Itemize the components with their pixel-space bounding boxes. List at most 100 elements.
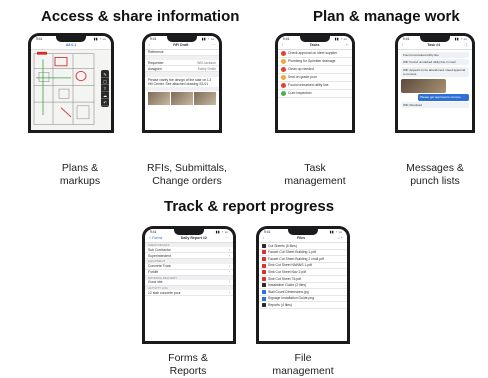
phone-notch: [174, 229, 204, 235]
task-row[interactable]: Seal on grade pour: [278, 74, 352, 82]
pdf-icon: [262, 270, 266, 275]
task-name: Curb inspection: [288, 91, 312, 96]
shape-tool-icon[interactable]: ▢: [101, 78, 109, 85]
cloud-tool-icon[interactable]: ☁: [101, 92, 109, 99]
task-status-icon: [281, 67, 286, 72]
rfi-screen: 9:41 ▮▮ ◔ ▭ ‹ RFI Draft ⋯ Reference Reque…: [145, 36, 219, 130]
heading-access-share: Access & share information: [41, 8, 240, 25]
rfi-attachments[interactable]: [145, 91, 219, 106]
pdf-icon: [262, 276, 266, 281]
task-row[interactable]: Curb inspection: [278, 90, 352, 98]
markup-toolbar: ✎ ▢ T ☁ ↶: [101, 70, 109, 107]
task-status-icon: [281, 83, 286, 88]
phone-notch: [288, 229, 318, 235]
task-row[interactable]: Found unmarked utility line: [278, 82, 352, 90]
phone-notch: [56, 36, 86, 42]
file-row[interactable]: Reports (4 files): [259, 302, 347, 309]
more-icon[interactable]: ⋯: [211, 43, 215, 47]
daily-report-title: Daily Report #2: [180, 236, 207, 241]
file-row[interactable]: Sink Cut Sheet Nav 2.pdf: [259, 269, 347, 276]
tasks-title: Tasks: [309, 43, 320, 48]
drawing-screen: 9:41 ▮▮ ◔ ▭ A3.0.1 ✎ ▢ T ☁ ↶: [31, 36, 111, 130]
task-status-icon: [281, 51, 286, 56]
forms-back-link[interactable]: < Forms: [149, 236, 162, 240]
message: Please get approval to remove: [418, 94, 469, 101]
task-name: Found unmarked utility line: [288, 83, 329, 88]
phone-notch: [300, 36, 330, 42]
pdf-icon: [262, 263, 266, 268]
img-icon: [262, 296, 266, 301]
messages-title: Task #4: [427, 43, 441, 48]
messages-screen: 9:41 ▮▮ ◔ ▭ ‹ Task #4 ⓘ Found unmarked ut…: [398, 36, 472, 130]
pen-tool-icon[interactable]: ✎: [101, 71, 109, 78]
more-icon[interactable]: ⋯: [225, 236, 229, 240]
img-icon: [262, 289, 266, 294]
back-icon[interactable]: ‹: [282, 43, 283, 47]
caption-rfis: RFIs, Submittals, Change orders: [147, 162, 227, 187]
phone-notch: [167, 36, 197, 42]
file-name: Cut Sheets (6 files): [268, 243, 297, 248]
rfi-title: RFI Draft: [173, 43, 189, 48]
report-row[interactable]: 12 slab concrete pour ›: [145, 290, 233, 297]
file-row[interactable]: Signage Installation Guide.png: [259, 296, 347, 303]
task-name: Seal on grade pour: [288, 75, 317, 80]
files-topbar: ‹ Files ⌕ +: [259, 235, 347, 243]
undo-tool-icon[interactable]: ↶: [101, 99, 109, 106]
file-row[interactable]: Sink Cut Sheet 76.pdf: [259, 276, 347, 283]
message-photo[interactable]: [401, 78, 446, 93]
file-name: Sink Cut Sheet 76.pdf: [268, 276, 301, 281]
text-tool-icon[interactable]: T: [101, 85, 109, 92]
file-row[interactable]: Cut Sheets (6 files): [259, 243, 347, 250]
task-list: Check approval on steel supplier Plumbing…: [278, 50, 352, 98]
task-status-icon: [281, 59, 286, 64]
task-row[interactable]: Check approval on steel supplier: [278, 50, 352, 58]
message: Will: Resolved: [401, 102, 469, 109]
heading-plan-manage: Plan & manage work: [313, 8, 460, 25]
messages-topbar: ‹ Task #4 ⓘ: [398, 42, 472, 50]
task-name: Clean up needed: [288, 67, 314, 72]
phone-files: 9:41 ▮▮ ◔ ▭ ‹ Files ⌕ + Cut Sheets (6 fil…: [256, 226, 350, 344]
pdf-icon: [262, 256, 266, 261]
add-icon[interactable]: +: [346, 43, 348, 47]
floor-plan-drawing[interactable]: ✎ ▢ T ☁ ↶: [31, 50, 111, 130]
folder-icon: [262, 283, 266, 288]
rfi-topbar: ‹ RFI Draft ⋯: [145, 42, 219, 50]
back-icon[interactable]: ‹: [402, 43, 403, 47]
file-row[interactable]: Installation Guide (2 files): [259, 283, 347, 290]
task-row[interactable]: Clean up needed: [278, 66, 352, 74]
file-row[interactable]: Sink Cut Sheet NNNNS 1.pdf: [259, 263, 347, 270]
file-row[interactable]: Faucet Cut Sheet Building 2 chull.pdf: [259, 256, 347, 263]
caption-messages: Messages & punch lists: [406, 162, 464, 187]
daily-report-screen: 9:41 ▮▮ ◔ ▭ < Forms Daily Report #2 ⋯ CRE…: [145, 229, 233, 341]
caption-file-management: File management: [272, 352, 334, 377]
files-title: Files: [296, 236, 306, 241]
search-icon[interactable]: ⌕ +: [338, 236, 343, 240]
task-status-icon: [281, 91, 286, 96]
phone-messages: 9:41 ▮▮ ◔ ▭ ‹ Task #4 ⓘ Found unmarked ut…: [395, 33, 475, 133]
phone-notch: [420, 36, 450, 42]
caption-forms-reports: Forms & Reports: [168, 352, 208, 377]
message: Will: Appears to be abandoned. Need appr…: [401, 66, 469, 78]
back-icon[interactable]: ‹: [263, 236, 264, 240]
file-name: Wall Count Dimensions.jpg: [268, 289, 309, 294]
back-icon[interactable]: ‹: [149, 43, 150, 47]
info-icon[interactable]: ⓘ: [464, 43, 468, 47]
tasks-screen: 9:41 ▮▮ ◔ ▭ ‹ Tasks + Check approval on s…: [278, 36, 352, 130]
files-screen: 9:41 ▮▮ ◔ ▭ ‹ Files ⌕ + Cut Sheets (6 fil…: [259, 229, 347, 341]
folder-icon: [262, 243, 266, 248]
tasks-topbar: ‹ Tasks +: [278, 42, 352, 50]
file-name: Faucet Cut Sheet Building 1.pdf: [268, 250, 316, 255]
file-name: Faucet Cut Sheet Building 2 chull.pdf: [268, 256, 324, 261]
task-row[interactable]: Plumbing for Sprinkler drainage: [278, 58, 352, 66]
file-row[interactable]: Faucet Cut Sheet Building 1.pdf: [259, 250, 347, 257]
task-status-icon: [281, 75, 286, 80]
message: Will: Found unmarked utility line in roa…: [401, 59, 469, 66]
task-name: Check approval on steel supplier: [288, 51, 338, 56]
file-name: Signage Installation Guide.png: [268, 296, 315, 301]
drawing-topbar: A3.0.1: [31, 42, 111, 50]
file-row[interactable]: Wall Count Dimensions.jpg: [259, 289, 347, 296]
file-name: Installation Guide (2 files): [268, 283, 307, 288]
file-name: Sink Cut Sheet Nav 2.pdf: [268, 270, 307, 275]
drawing-title: A3.0.1: [65, 43, 77, 48]
folder-icon: [262, 303, 266, 308]
